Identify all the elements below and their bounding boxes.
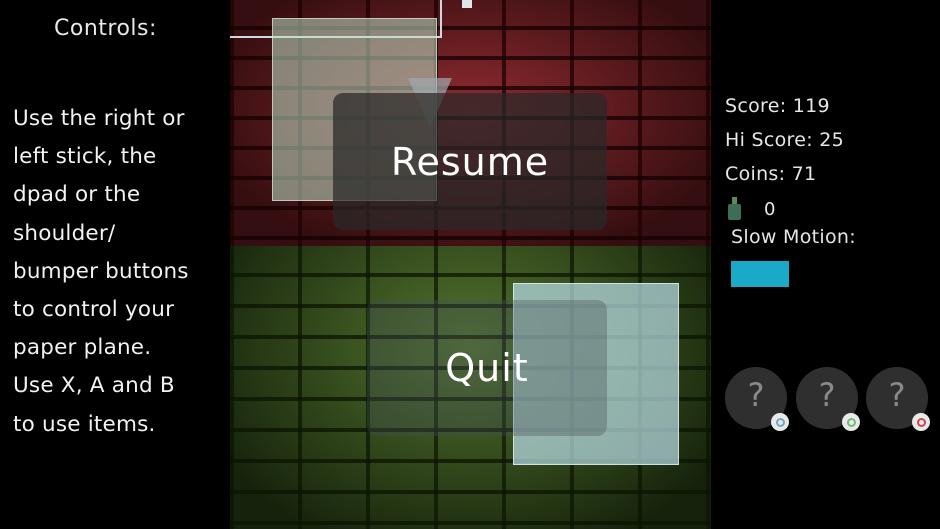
controls-title: Controls: bbox=[54, 16, 157, 41]
quit-button[interactable]: Quit bbox=[367, 300, 607, 436]
controls-line: shoulder/ bbox=[13, 220, 116, 246]
score-text: Score: 119 bbox=[725, 95, 830, 117]
controls-line: to control your bbox=[13, 297, 175, 323]
item-slot-x[interactable]: ? bbox=[725, 367, 789, 431]
controls-line: bumper buttons bbox=[13, 258, 189, 284]
controls-panel: Controls: Use the right or left stick, t… bbox=[0, 0, 230, 529]
controls-instructions: Use the right or left stick, the dpad or… bbox=[13, 100, 228, 444]
hud-panel: Score: 119 Hi Score: 25 Coins: 71 0 Slow… bbox=[711, 0, 940, 529]
item-slot-a[interactable]: ? bbox=[796, 367, 860, 431]
track-marker bbox=[462, 0, 472, 8]
slow-motion-bar bbox=[731, 261, 789, 287]
coins-text: Coins: 71 bbox=[725, 163, 817, 185]
controls-line: paper plane. bbox=[13, 335, 152, 361]
resume-button[interactable]: Resume bbox=[333, 93, 607, 230]
game-area: Resume Quit bbox=[230, 0, 711, 529]
slow-motion-label: Slow Motion: bbox=[731, 226, 856, 248]
x-button-icon bbox=[771, 413, 789, 431]
controls-line: Use X, A and B bbox=[13, 373, 175, 399]
quit-label: Quit bbox=[445, 346, 529, 390]
potion-count: 0 bbox=[764, 198, 776, 220]
hi-score-text: Hi Score: 25 bbox=[725, 129, 845, 151]
potion-counter: 0 bbox=[727, 197, 775, 221]
item-unknown-icon: ? bbox=[818, 376, 836, 414]
controls-line: to use items. bbox=[13, 411, 156, 437]
potion-icon bbox=[727, 197, 741, 221]
controls-line: dpad or the bbox=[13, 182, 141, 208]
a-button-icon bbox=[842, 413, 860, 431]
resume-label: Resume bbox=[390, 139, 550, 184]
controls-line: left stick, the bbox=[13, 144, 157, 170]
slow-motion-fill bbox=[731, 261, 789, 287]
item-slot-b[interactable]: ? bbox=[866, 367, 930, 431]
b-button-icon bbox=[912, 413, 930, 431]
track-rail-vertical bbox=[440, 0, 442, 38]
item-unknown-icon: ? bbox=[888, 376, 906, 414]
controls-line: Use the right or bbox=[13, 106, 185, 131]
item-unknown-icon: ? bbox=[747, 376, 765, 414]
